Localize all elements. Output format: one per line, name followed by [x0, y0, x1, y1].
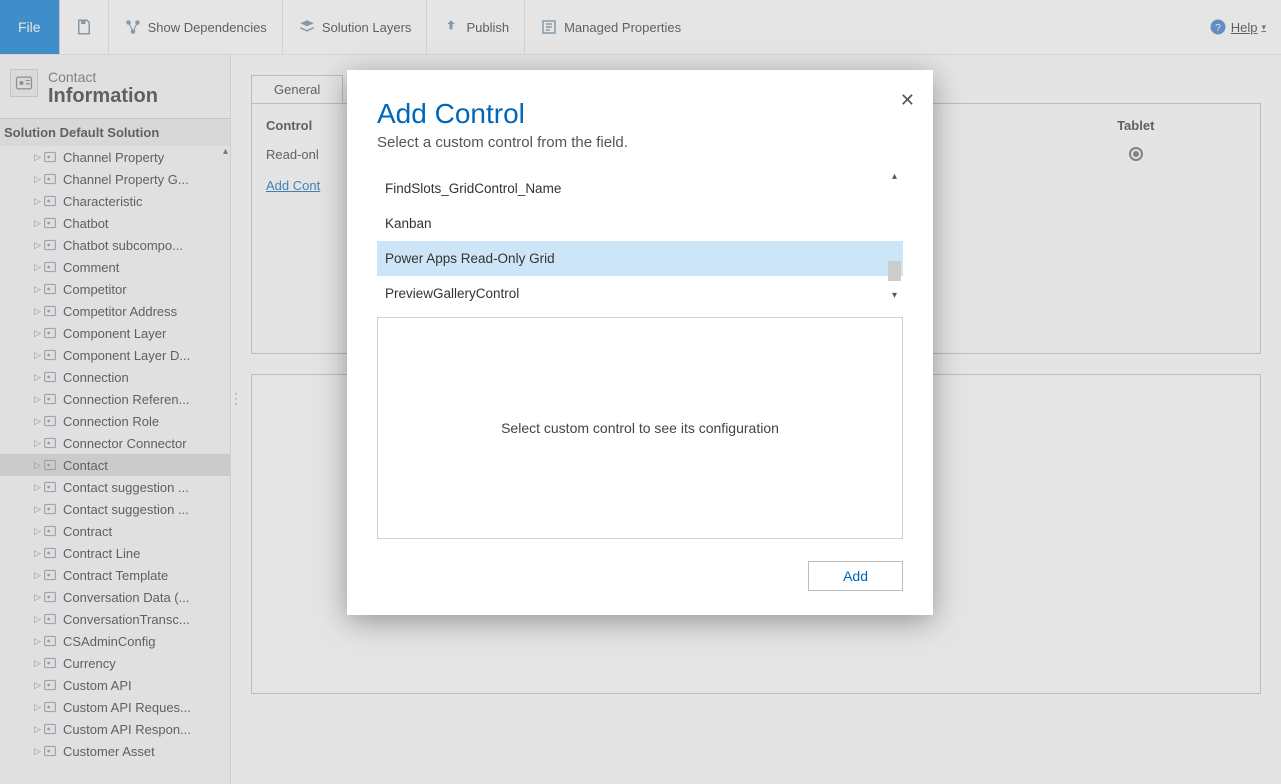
- scroll-thumb[interactable]: [888, 261, 901, 281]
- control-option[interactable]: FindSlots_GridControl_Name: [377, 171, 903, 206]
- add-button[interactable]: Add: [808, 561, 903, 591]
- list-scrollbar[interactable]: ▴ ▾: [886, 171, 903, 301]
- control-option[interactable]: Kanban: [377, 206, 903, 241]
- scroll-up-arrow-icon[interactable]: ▴: [892, 171, 897, 182]
- add-control-dialog: ✕ Add Control Select a custom control fr…: [347, 70, 933, 615]
- scroll-down-arrow-icon[interactable]: ▾: [892, 290, 897, 301]
- control-option[interactable]: Power Apps Read-Only Grid: [377, 241, 903, 276]
- close-button[interactable]: ✕: [900, 90, 915, 111]
- control-option[interactable]: PreviewGalleryControl: [377, 276, 903, 301]
- dialog-title: Add Control: [377, 98, 903, 130]
- control-list: FindSlots_GridControl_NameKanbanPower Ap…: [377, 171, 903, 301]
- dialog-subtitle: Select a custom control from the field.: [377, 134, 903, 151]
- config-placeholder: Select custom control to see its configu…: [377, 317, 903, 539]
